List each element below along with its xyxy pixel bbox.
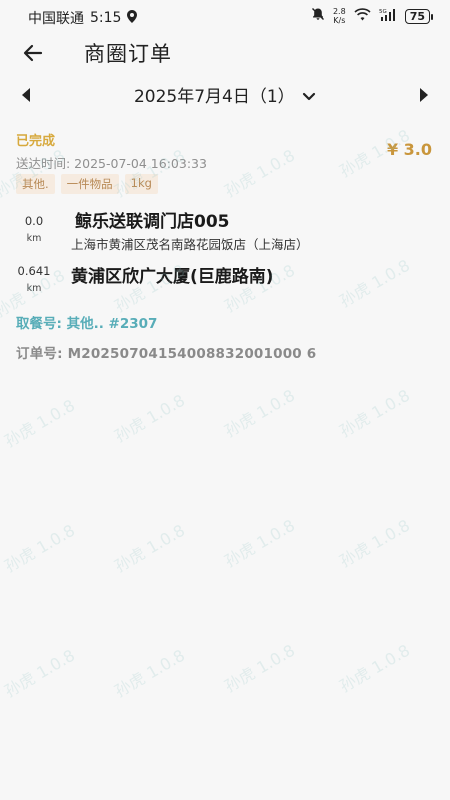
watermark: 孙虎 1.0.8 bbox=[1, 395, 79, 451]
next-day-button[interactable] bbox=[420, 88, 428, 102]
net-speed: 2.8 K/s bbox=[333, 7, 346, 25]
watermark: 孙虎 1.0.8 bbox=[336, 385, 414, 441]
order-number: 订单号: M20250704154008832001000 6 bbox=[16, 346, 317, 362]
watermark-layer: 孙虎 1.0.8 孙虎 1.0.8 孙虎 1.0.8 孙虎 1.0.8 孙虎 1… bbox=[0, 0, 450, 800]
dropoff-name: 黄浦区欣广大厦(巨鹿路南) bbox=[71, 267, 274, 287]
date-navigator: 2025年7月4日（1） bbox=[0, 80, 450, 110]
watermark: 孙虎 1.0.8 bbox=[221, 515, 299, 571]
signal-5g-icon: 5G bbox=[379, 8, 397, 25]
mute-bell-icon bbox=[311, 7, 325, 25]
dropoff-distance-value: 0.641 bbox=[17, 264, 51, 278]
tag-item-count: 一件物品 bbox=[60, 174, 119, 194]
watermark: 孙虎 1.0.8 bbox=[221, 145, 299, 201]
back-button[interactable] bbox=[20, 40, 46, 66]
status-bar: 中国联通 5:15 2.8 K/s 5G 75 bbox=[0, 0, 450, 34]
clock: 5:15 bbox=[90, 10, 122, 26]
watermark: 孙虎 1.0.8 bbox=[111, 390, 189, 446]
date-label: 2025年7月4日（1） bbox=[133, 87, 295, 107]
watermark: 孙虎 1.0.8 bbox=[111, 520, 189, 576]
watermark: 孙虎 1.0.8 bbox=[336, 515, 414, 571]
watermark: 孙虎 1.0.8 bbox=[221, 640, 299, 696]
page-title: 商圈订单 bbox=[84, 42, 172, 66]
pickup-code: 取餐号: 其他.. #2307 bbox=[16, 316, 158, 332]
order-status: 已完成 bbox=[16, 134, 56, 149]
net-speed-value: 2.8 bbox=[332, 7, 346, 16]
watermark: 孙虎 1.0.8 bbox=[221, 385, 299, 441]
battery-indicator: 75 bbox=[404, 8, 434, 24]
date-selector[interactable]: 2025年7月4日（1） bbox=[0, 82, 450, 107]
pickup-address: 上海市黄浦区茂名南路花园饭店（上海店） bbox=[71, 237, 309, 252]
delivered-time: 送达时间: 2025-07-04 16:03:33 bbox=[16, 156, 207, 171]
pickup-distance-unit: km bbox=[26, 233, 42, 244]
pickup-store-name: 鲸乐送联调门店005 bbox=[75, 212, 230, 232]
pickup-distance-value: 0.0 bbox=[24, 214, 44, 228]
tag-weight: 1kg bbox=[124, 174, 158, 194]
order-price: ¥ 3.0 bbox=[386, 140, 432, 159]
watermark: 孙虎 1.0.8 bbox=[1, 520, 79, 576]
watermark: 孙虎 1.0.8 bbox=[336, 640, 414, 696]
dropoff-distance-unit: km bbox=[26, 283, 42, 294]
arrow-left-icon bbox=[23, 44, 43, 62]
net-speed-unit: K/s bbox=[333, 16, 346, 25]
svg-text:5G: 5G bbox=[379, 9, 387, 15]
carrier-label: 中国联通 bbox=[28, 11, 84, 27]
watermark: 孙虎 1.0.8 bbox=[336, 255, 414, 311]
tag-category: 其他. bbox=[16, 174, 55, 194]
wifi-icon bbox=[354, 7, 371, 25]
watermark: 孙虎 1.0.8 bbox=[1, 645, 79, 701]
app-bar: 商圈订单 bbox=[0, 34, 450, 74]
dropoff-distance: 0.641 km bbox=[16, 264, 52, 294]
pickup-distance: 0.0 km bbox=[16, 214, 52, 244]
order-tags: 其他. 一件物品 1kg bbox=[16, 174, 158, 194]
location-icon bbox=[127, 9, 138, 27]
chevron-down-icon bbox=[302, 92, 316, 101]
watermark: 孙虎 1.0.8 bbox=[111, 645, 189, 701]
